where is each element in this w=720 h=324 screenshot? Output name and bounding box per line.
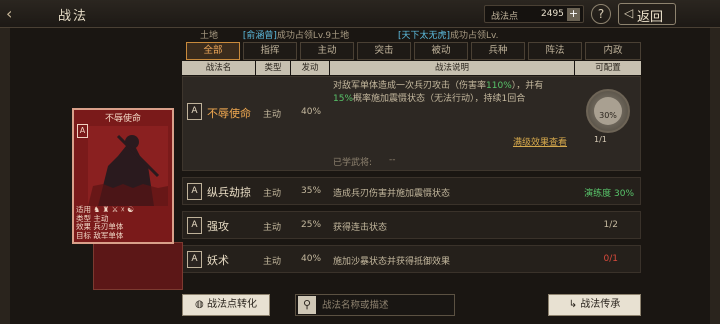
page-title: 战法	[58, 9, 89, 24]
skill-rate: 25%	[301, 220, 322, 230]
skill-name: 妖术	[207, 254, 229, 267]
learned-generals-value: --	[389, 155, 396, 165]
info-ticker-left: 土地 [俞涵曾]成功占领Lv.9土地	[200, 28, 349, 42]
card-title: 不辱使命	[104, 114, 141, 124]
skill-type: 主动	[263, 110, 282, 120]
ticker-text-2: 成功占领Lv.	[450, 31, 499, 41]
convert-points-button[interactable]: ◍ 战法点转化	[182, 294, 270, 316]
header-rate: 发动	[291, 61, 329, 75]
tab-assault[interactable]: 突击	[357, 42, 411, 60]
skill-name: 纵兵劫掠	[207, 186, 251, 199]
header-desc: 战法说明	[330, 61, 574, 75]
skill-points-display: 战法点 2495 +	[484, 5, 584, 23]
header-configurable: 可配置	[575, 61, 641, 75]
skill-rate: 40%	[301, 254, 322, 264]
return-arrow-icon: ◁	[624, 6, 634, 20]
search-box: ⚲	[295, 294, 455, 316]
skill-card: 不辱使命 A 适用 ♞ ♜ ⚔ ☓ ☯ 类型 主动 效果 兵刃单体 目标 敌军单…	[72, 108, 174, 244]
skill-description: 对敌军单体造成一次兵刃攻击（伤害率110%），并有 15%概率施加震慑状态（无法…	[333, 81, 544, 104]
dial-percent: 30%	[599, 111, 617, 120]
ticker-text: 成功占领Lv.9土地	[276, 31, 350, 41]
bottom-bar: ◍ 战法点转化 ⚲ ↳ 战法传承	[182, 290, 641, 324]
card-info: 适用 ♞ ♜ ⚔ ☓ ☯ 类型 主动 效果 兵刃单体 目标 敌军单体	[76, 205, 134, 240]
skill-description: 施加沙暴状态并获得抵御效果	[333, 257, 451, 267]
skill-points-label: 战法点	[491, 12, 519, 22]
tab-command[interactable]: 指挥	[243, 42, 297, 60]
ticker-tail: 土地	[200, 31, 219, 41]
skill-name: 不辱使命	[207, 107, 251, 120]
dial-count: 1/1	[594, 135, 607, 144]
right-frame-edge	[710, 28, 720, 324]
grade-badge: A	[187, 183, 202, 200]
skill-row-selected[interactable]: A 不辱使命 主动 40% 对敌军单体造成一次兵刃攻击（伤害率110%），并有 …	[182, 76, 641, 171]
skill-points-value: 2495	[541, 9, 564, 19]
tab-all[interactable]: 全部	[186, 42, 240, 60]
search-input[interactable]	[322, 295, 452, 315]
info-ticker-right: [天下太无虎]成功占领Lv.	[398, 28, 499, 42]
grade-badge: A	[187, 251, 202, 268]
progress-dial[interactable]: 30%	[586, 89, 630, 133]
return-button[interactable]: ◁ 返回	[618, 3, 676, 25]
help-button[interactable]: ?	[591, 4, 611, 24]
skill-name: 强攻	[207, 220, 229, 233]
skill-type: 主动	[263, 223, 282, 233]
search-icon[interactable]: ⚲	[298, 296, 316, 314]
configurable-count: 0/1	[603, 254, 618, 264]
table-header: 战法名 类型 发动 战法说明 可配置	[182, 61, 641, 75]
practice-level: 演练度 30%	[584, 189, 634, 199]
configurable-count: 1/2	[603, 220, 618, 230]
tab-active[interactable]: 主动	[300, 42, 354, 60]
skill-description: 造成兵刃伤害并施加震慑状态	[333, 189, 451, 199]
skill-type: 主动	[263, 257, 282, 267]
max-level-effect-link[interactable]: 满级效果查看	[513, 135, 567, 148]
top-bar: ‹ 战法 战法点 2495 + ? ◁ 返回	[0, 0, 720, 28]
skill-description: 获得连击状态	[333, 223, 388, 233]
grade-badge: A	[187, 103, 202, 120]
grade-badge: A	[187, 217, 202, 234]
left-frame-edge	[0, 28, 10, 324]
skill-row[interactable]: A 妖术 主动 40% 施加沙暴状态并获得抵御效果 0/1	[182, 245, 641, 273]
skill-type: 主动	[263, 189, 282, 199]
back-arrow-icon[interactable]: ‹	[6, 4, 26, 24]
header-type: 类型	[256, 61, 290, 75]
tab-internal[interactable]: 内政	[585, 42, 641, 60]
ticker-player-name: [俞涵曾]	[242, 31, 277, 41]
skill-rate: 35%	[301, 186, 322, 196]
tab-troop[interactable]: 兵种	[471, 42, 525, 60]
ticker-player-name-2: [天下太无虎]	[398, 31, 451, 41]
skill-row[interactable]: A 强攻 主动 25% 获得连击状态 1/2	[182, 211, 641, 239]
warrior-silhouette-icon	[88, 126, 168, 206]
tab-passive[interactable]: 被动	[414, 42, 468, 60]
inherit-skill-button[interactable]: ↳ 战法传承	[548, 294, 641, 316]
skill-row[interactable]: A 纵兵劫掠 主动 35% 造成兵刃伤害并施加震慑状态 演练度 30%	[182, 177, 641, 205]
header-name: 战法名	[182, 61, 255, 75]
skill-card-shadow	[93, 242, 183, 290]
add-points-button[interactable]: +	[567, 8, 580, 21]
return-label: 返回	[637, 10, 664, 25]
card-grade-badge: A	[77, 124, 88, 138]
skill-rate: 40%	[301, 107, 322, 117]
skill-category-tabs: 全部 指挥 主动 突击 被动 兵种 阵法 内政	[186, 42, 641, 60]
learned-generals-label: 已学武将:	[333, 158, 373, 168]
tab-formation[interactable]: 阵法	[528, 42, 582, 60]
